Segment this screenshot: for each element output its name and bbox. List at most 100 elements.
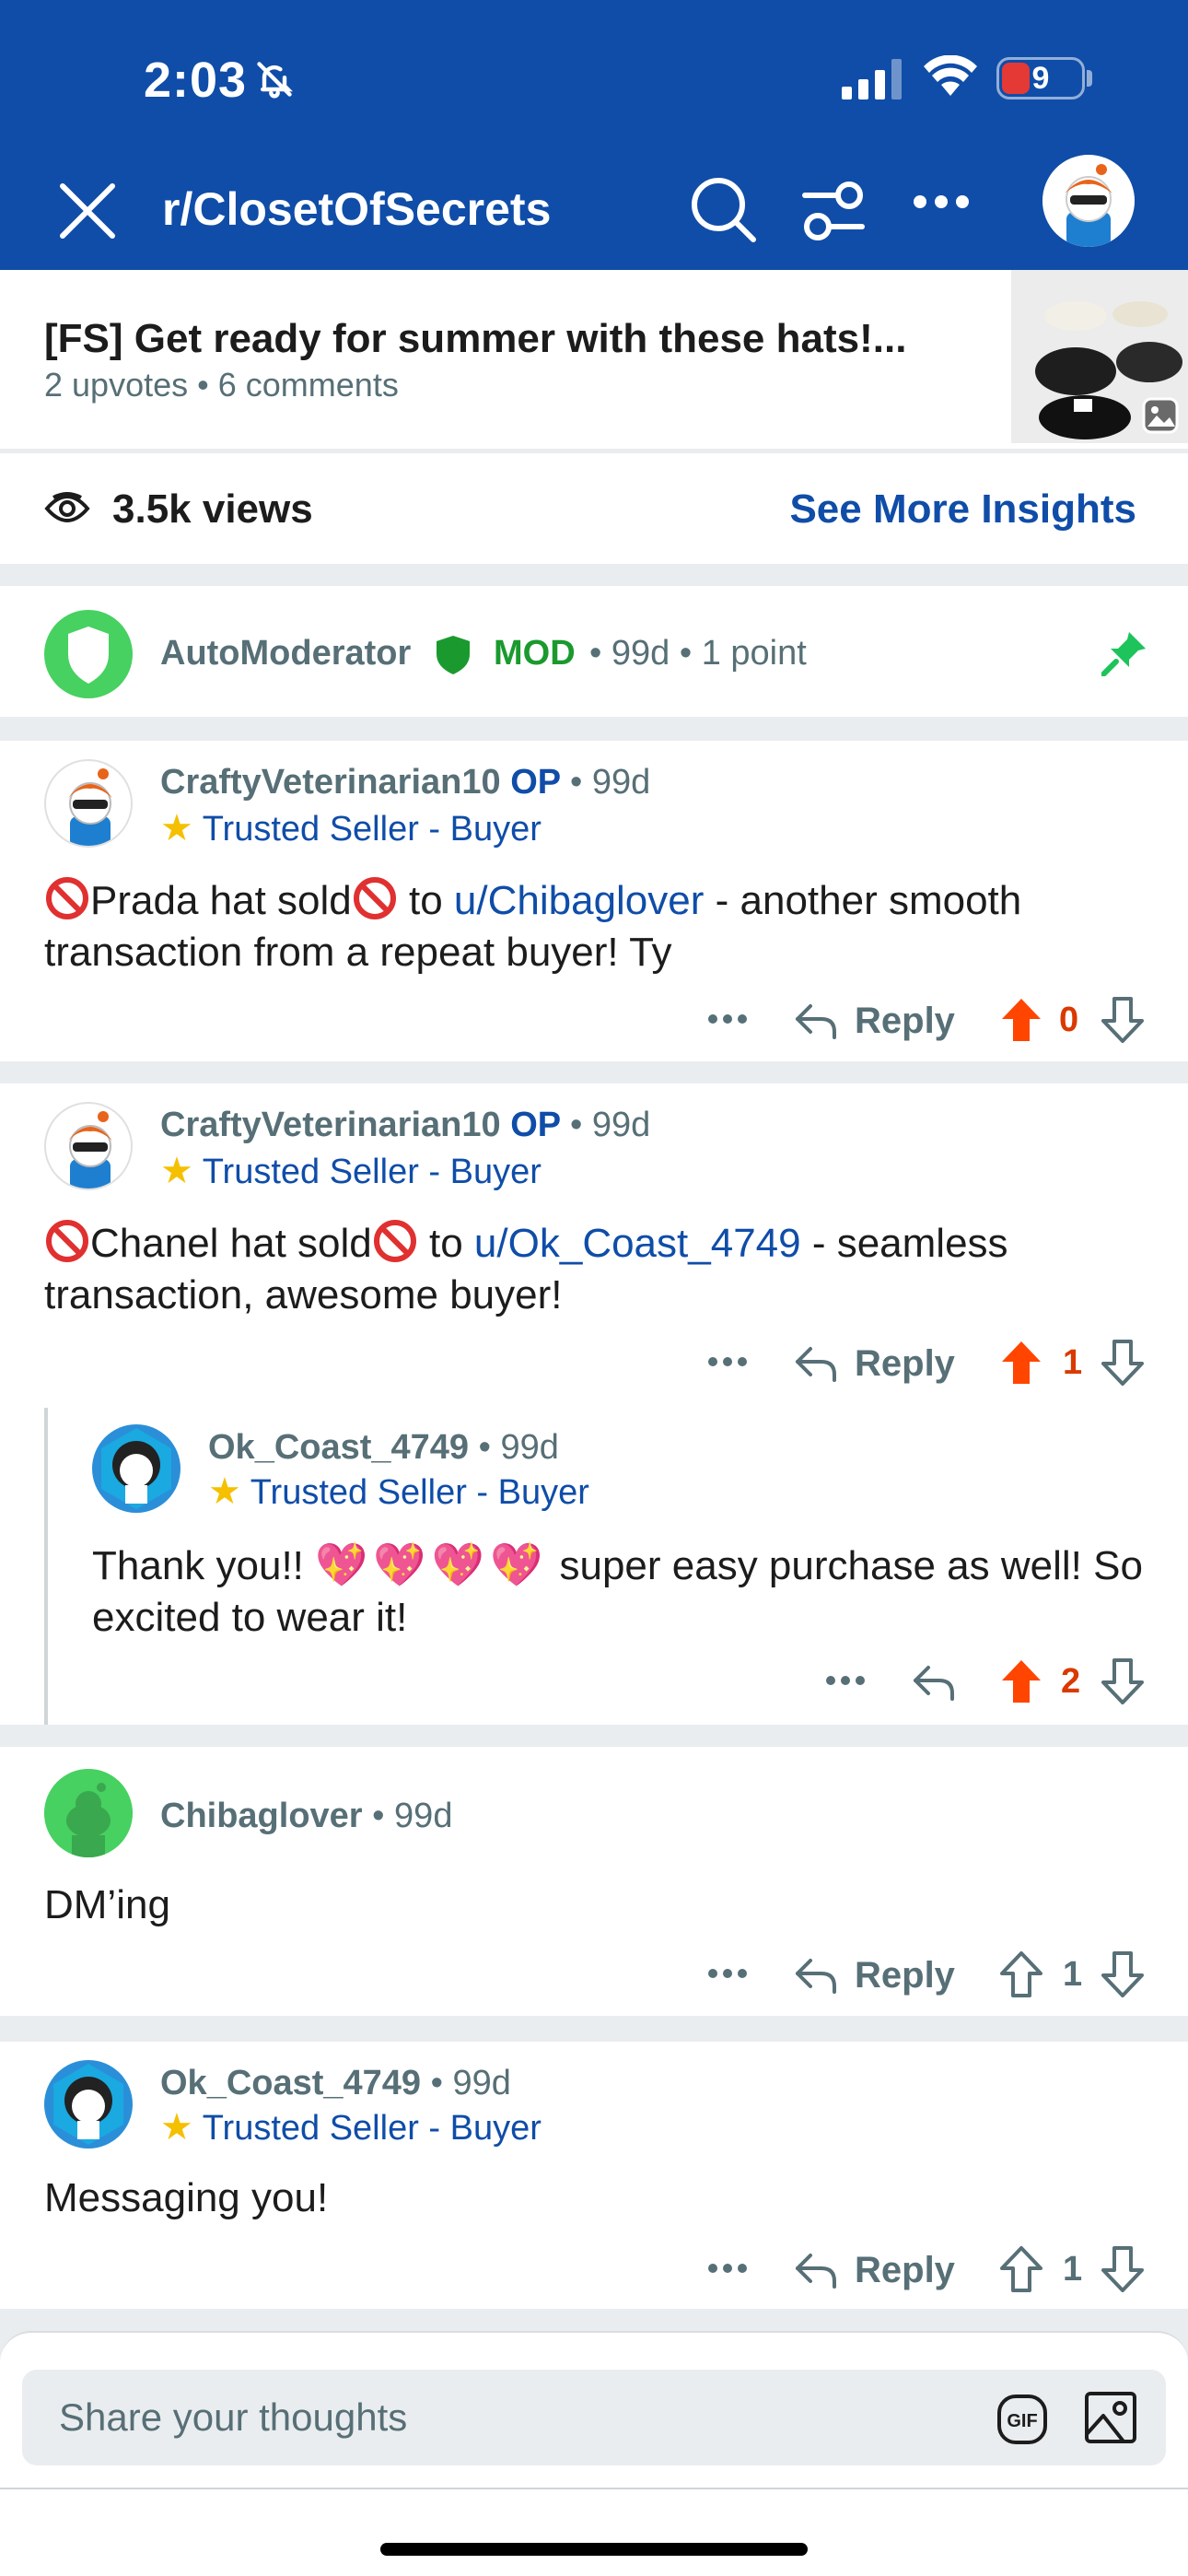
post-thumbnail[interactable] <box>1011 270 1188 443</box>
post-meta: 2 upvotes • 6 comments <box>44 366 399 404</box>
comment-text: to <box>417 1221 474 1266</box>
automod-comment[interactable]: AutoModerator MOD • 99d • 1 point <box>0 586 1188 717</box>
more-icon[interactable] <box>914 195 969 208</box>
comment-age: 99d <box>452 2064 511 2102</box>
flair-text: Trusted Seller - Buyer <box>202 2109 542 2148</box>
comment-author[interactable]: CraftyVeterinarian10 OP • 99d <box>160 1106 650 1145</box>
star-icon: ★ <box>208 1471 241 1512</box>
subreddit-title[interactable]: r/ClosetOfSecrets <box>162 182 551 236</box>
post-summary[interactable]: [FS] Get ready for summer with these hat… <box>0 270 1188 449</box>
downvote-icon[interactable] <box>1101 997 1144 1043</box>
op-badge: OP <box>510 763 561 802</box>
user-mention-link[interactable]: u/Chibaglover <box>454 878 705 923</box>
user-avatar[interactable] <box>1042 155 1135 247</box>
comment-avatar[interactable] <box>44 1769 133 1857</box>
flair-text: Trusted Seller - Buyer <box>250 1473 589 1512</box>
wifi-icon <box>924 55 977 96</box>
meta-dot: • <box>670 634 702 673</box>
user-flair: ★ Trusted Seller - Buyer <box>208 1470 589 1513</box>
comment-author[interactable]: CraftyVeterinarian10 OP • 99d <box>160 763 650 802</box>
automod-meta: • 99d • 1 point <box>589 634 807 673</box>
upvote-icon[interactable] <box>1000 1658 1042 1704</box>
reply-button[interactable]: Reply <box>855 2250 955 2291</box>
comment-1[interactable]: CraftyVeterinarian10 OP • 99d ★ Trusted … <box>0 741 1188 1061</box>
user-flair: ★ Trusted Seller - Buyer <box>160 807 542 849</box>
author-name[interactable]: Ok_Coast_4749 <box>208 1428 469 1467</box>
comment-2[interactable]: CraftyVeterinarian10 OP • 99d ★ Trusted … <box>0 1083 1188 1725</box>
vote-score: 0 <box>1059 1001 1079 1039</box>
close-icon[interactable] <box>57 181 118 241</box>
comment-avatar[interactable] <box>44 759 133 848</box>
downvote-icon[interactable] <box>1101 2246 1144 2292</box>
more-icon[interactable] <box>707 2263 748 2274</box>
post-title[interactable]: [FS] Get ready for summer with these hat… <box>44 316 906 362</box>
meta-dot: • <box>372 1797 395 1835</box>
automod-age: 99d <box>611 634 670 673</box>
reply-button[interactable]: Reply <box>855 1955 955 1996</box>
image-icon[interactable] <box>1083 2390 1138 2445</box>
comment-input[interactable]: Share your thoughts GIF <box>22 2370 1166 2465</box>
user-mention-link[interactable]: u/Ok_Coast_4749 <box>474 1221 801 1266</box>
vote-score: 1 <box>1063 1955 1083 1994</box>
gif-icon: GIF <box>997 2395 1047 2444</box>
pin-icon <box>1101 632 1146 676</box>
more-icon[interactable] <box>707 1356 748 1367</box>
comment-4[interactable]: Ok_Coast_4749 • 99d ★ Trusted Seller - B… <box>0 2042 1188 2309</box>
comment-3[interactable]: Chibaglover • 99d DM’ing Reply 1 <box>0 1747 1188 2016</box>
home-indicator[interactable] <box>380 2543 808 2556</box>
reply-icon[interactable] <box>794 1001 838 1041</box>
upvote-icon[interactable] <box>1000 997 1042 1043</box>
upvote-icon[interactable] <box>1000 2246 1042 2292</box>
author-name[interactable]: CraftyVeterinarian10 <box>160 763 501 802</box>
more-icon[interactable] <box>825 1675 866 1686</box>
author-name[interactable]: Ok_Coast_4749 <box>160 2064 421 2102</box>
automod-username[interactable]: AutoModerator <box>160 634 411 673</box>
gif-button[interactable]: GIF <box>996 2394 1048 2450</box>
reply-button[interactable]: Reply <box>855 1001 955 1042</box>
status-time: 2:03 <box>144 53 248 108</box>
comment-author[interactable]: Chibaglover • 99d <box>160 1797 452 1836</box>
comment-age: 99d <box>591 1106 651 1144</box>
post-upvotes: 2 upvotes <box>44 366 189 404</box>
composer-divider <box>0 2488 1188 2489</box>
more-icon[interactable] <box>707 1013 748 1025</box>
reply-avatar[interactable] <box>92 1424 181 1513</box>
reply-icon[interactable] <box>912 1662 956 1703</box>
comment-actions: Reply 1 <box>0 2244 1188 2300</box>
upvote-icon[interactable] <box>1000 1340 1042 1386</box>
reply-icon[interactable] <box>794 1955 838 1996</box>
search-icon[interactable] <box>689 175 759 245</box>
views-row: 3.5k views See More Insights <box>0 453 1188 564</box>
vote-score: 1 <box>1063 1343 1083 1382</box>
reply-button[interactable]: Reply <box>855 1343 955 1385</box>
upvote-icon[interactable] <box>1000 1951 1042 1997</box>
user-flair: ★ Trusted Seller - Buyer <box>160 1150 542 1192</box>
more-icon[interactable] <box>707 1968 748 1979</box>
comment-author[interactable]: Ok_Coast_4749 • 99d <box>160 2064 511 2103</box>
reply-icon[interactable] <box>794 2250 838 2290</box>
star-icon: ★ <box>160 2107 193 2148</box>
downvote-icon[interactable] <box>1101 1951 1144 1997</box>
automod-avatar <box>44 610 133 698</box>
reply-icon[interactable] <box>794 1343 838 1384</box>
downvote-icon[interactable] <box>1101 1658 1144 1704</box>
prohibited-icon <box>46 1220 88 1262</box>
comment-text: to <box>397 878 454 923</box>
meta-dot: • <box>197 366 218 404</box>
filter-icon[interactable] <box>801 181 866 241</box>
prohibited-icon <box>353 877 396 919</box>
reply-author[interactable]: Ok_Coast_4749 • 99d <box>208 1428 559 1468</box>
author-name[interactable]: CraftyVeterinarian10 <box>160 1106 501 1144</box>
comment-body: Messaging you! <box>44 2175 329 2220</box>
prohibited-icon <box>373 1220 416 1262</box>
comment-avatar[interactable] <box>44 2060 133 2149</box>
downvote-icon[interactable] <box>1101 1340 1144 1386</box>
comment-avatar[interactable] <box>44 1102 133 1190</box>
comment-text: Chanel hat sold <box>90 1221 372 1266</box>
op-badge: OP <box>510 1106 561 1144</box>
see-more-insights-link[interactable]: See More Insights <box>789 486 1136 533</box>
star-icon: ★ <box>160 808 193 849</box>
author-name[interactable]: Chibaglover <box>160 1797 363 1835</box>
comment-body: Chanel hat sold to u/Ok_Coast_4749 - sea… <box>44 1218 1149 1321</box>
user-flair: ★ Trusted Seller - Buyer <box>160 2106 542 2149</box>
